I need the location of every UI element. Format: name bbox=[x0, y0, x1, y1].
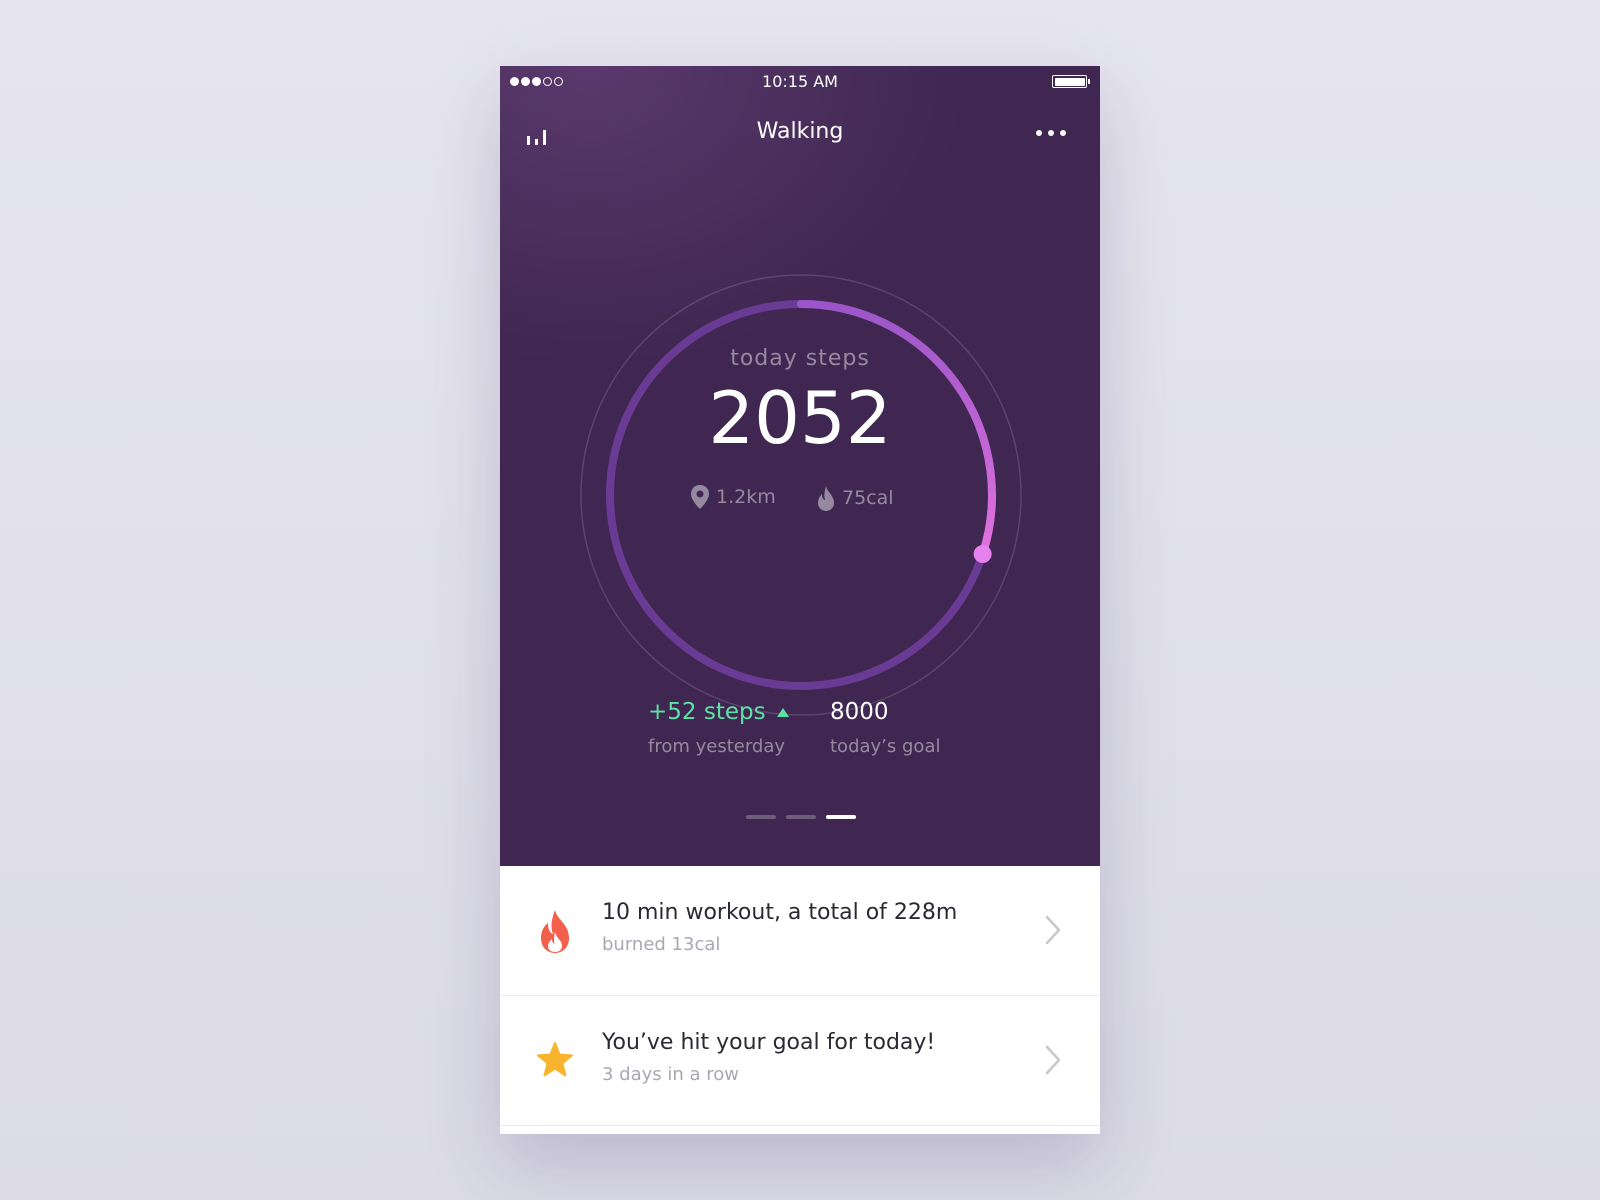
triangle-up-icon bbox=[776, 707, 789, 717]
steps-hero-panel: 10:15 AM Walking today steps 2052 1.2km … bbox=[500, 66, 1100, 866]
calories-value: 75cal bbox=[842, 487, 894, 509]
activity-title: 10 min workout, a total of 228m bbox=[602, 900, 958, 925]
chevron-right-icon bbox=[1045, 1045, 1061, 1075]
phone-screen: 10:15 AM Walking today steps 2052 1.2km … bbox=[500, 66, 1100, 1134]
progress-knob bbox=[973, 545, 992, 564]
page-indicator[interactable] bbox=[746, 815, 856, 819]
calories-stat: 75cal bbox=[816, 484, 894, 512]
chevron-right-icon bbox=[1045, 915, 1061, 945]
steps-delta-value: +52 steps bbox=[648, 699, 766, 725]
steps-label: today steps bbox=[730, 346, 870, 371]
list-item-goal[interactable]: You’ve hit your goal for today! 3 days i… bbox=[500, 996, 1100, 1126]
activity-list: 10 min workout, a total of 228m burned 1… bbox=[500, 866, 1100, 1126]
steps-delta: +52 steps bbox=[648, 699, 790, 725]
activity-subtitle: burned 13cal bbox=[602, 934, 721, 955]
steps-delta-caption: from yesterday bbox=[648, 736, 786, 757]
goal-value: 8000 bbox=[830, 699, 889, 725]
list-item-workout[interactable]: 10 min workout, a total of 228m burned 1… bbox=[500, 866, 1100, 996]
distance-stat: 1.2km bbox=[690, 484, 776, 510]
flame-icon bbox=[541, 910, 569, 953]
steps-progress-ring bbox=[580, 274, 1022, 716]
steps-count: 2052 bbox=[708, 376, 892, 460]
page-dot[interactable] bbox=[786, 815, 816, 819]
activity-subtitle: 3 days in a row bbox=[602, 1064, 740, 1085]
star-icon bbox=[537, 1042, 573, 1077]
mini-stats: 1.2km 75cal bbox=[690, 484, 910, 518]
goal-caption: today’s goal bbox=[830, 736, 941, 757]
page-dot[interactable] bbox=[746, 815, 776, 819]
page-dot-active[interactable] bbox=[826, 815, 856, 819]
activity-title: You’ve hit your goal for today! bbox=[602, 1030, 936, 1055]
distance-value: 1.2km bbox=[716, 486, 776, 508]
flame-outline-icon bbox=[818, 486, 834, 511]
location-pin-icon bbox=[691, 485, 709, 509]
